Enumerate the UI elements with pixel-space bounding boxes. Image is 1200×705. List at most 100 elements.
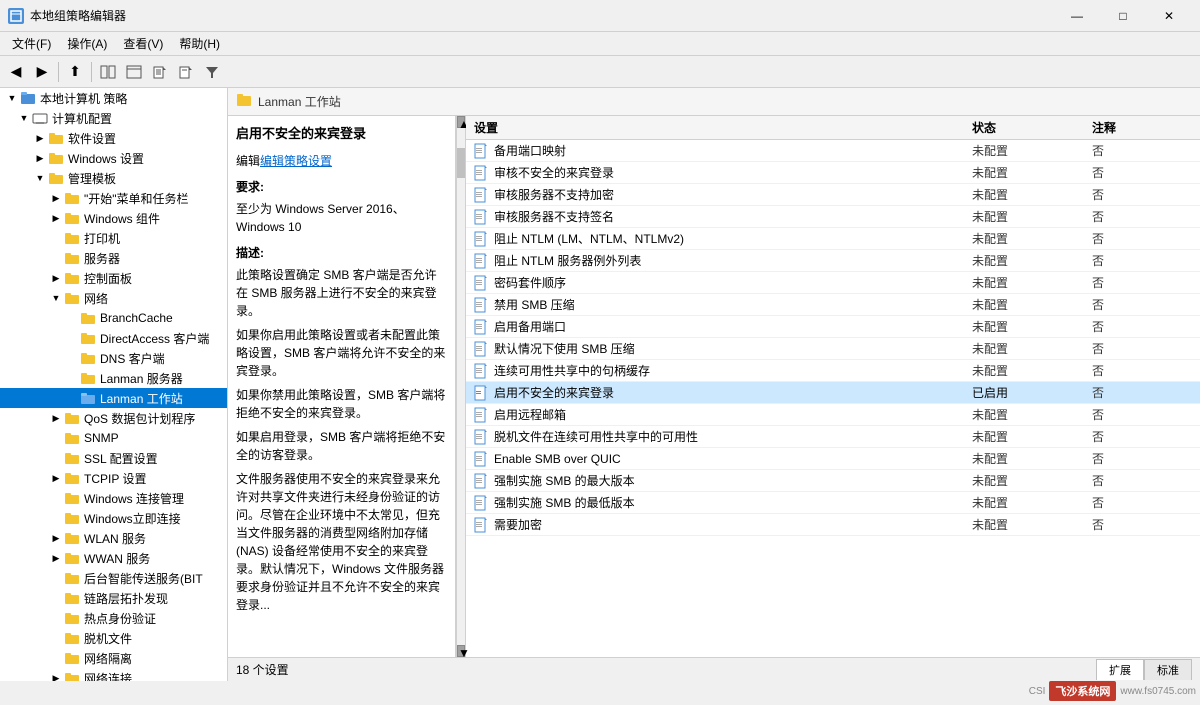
scroll-thumb[interactable] <box>457 148 465 178</box>
computer-config-expand[interactable]: ▼ <box>16 110 32 126</box>
tree-windows-settings[interactable]: ▶ Windows 设置 <box>0 148 227 168</box>
tcpip-expand[interactable]: ▶ <box>48 470 64 486</box>
setting-row[interactable]: 启用备用端口 未配置 否 <box>466 316 1200 338</box>
extend-view-button[interactable] <box>174 60 198 84</box>
desc-scrollbar[interactable]: ▲ ▼ <box>456 116 466 657</box>
properties-button[interactable] <box>148 60 172 84</box>
tree-bg-transfer[interactable]: ▶ 后台智能传送服务(BIT <box>0 568 227 588</box>
tree-offline[interactable]: ▶ 脱机文件 <box>0 628 227 648</box>
software-folder-icon <box>48 130 64 146</box>
tab-standard[interactable]: 标准 <box>1144 659 1192 680</box>
show-hide-button[interactable] <box>96 60 120 84</box>
ctrl-expand[interactable]: ▶ <box>48 270 64 286</box>
tree-admin-templates[interactable]: ▼ 管理模板 <box>0 168 227 188</box>
admin-expand[interactable]: ▼ <box>32 170 48 186</box>
tree-snmp[interactable]: ▶ SNMP <box>0 428 227 448</box>
setting-row[interactable]: 强制实施 SMB 的最大版本 未配置 否 <box>466 470 1200 492</box>
desc-text1: 此策略设置确定 SMB 客户端是否允许在 SMB 服务器上进行不安全的来宾登录。 <box>236 266 447 320</box>
back-button[interactable]: ◀ <box>4 60 28 84</box>
ctrl-folder-icon <box>64 270 80 286</box>
setting-note: 否 <box>1092 252 1192 269</box>
scroll-down-arrow[interactable]: ▼ <box>457 645 465 657</box>
qos-expand[interactable]: ▶ <box>48 410 64 426</box>
wwan-expand[interactable]: ▶ <box>48 550 64 566</box>
filter-button[interactable] <box>200 60 224 84</box>
menu-file[interactable]: 文件(F) <box>4 33 59 54</box>
maximize-button[interactable]: □ <box>1100 0 1146 32</box>
tree-hotspot[interactable]: ▶ 热点身份验证 <box>0 608 227 628</box>
setting-row[interactable]: 默认情况下使用 SMB 压缩 未配置 否 <box>466 338 1200 360</box>
tree-ssl[interactable]: ▶ SSL 配置设置 <box>0 448 227 468</box>
setting-name: 备用端口映射 <box>494 142 972 159</box>
tree-win-instant[interactable]: ▶ Windows立即连接 <box>0 508 227 528</box>
menu-help[interactable]: 帮助(H) <box>171 33 228 54</box>
tree-win-connect-mgr[interactable]: ▶ Windows 连接管理 <box>0 488 227 508</box>
windows-settings-expand[interactable]: ▶ <box>32 150 48 166</box>
close-button[interactable]: ✕ <box>1146 0 1192 32</box>
root-expand-icon[interactable]: ▼ <box>4 90 20 106</box>
tree-lanman-server[interactable]: ▶ Lanman 服务器 <box>0 368 227 388</box>
tree-wwan[interactable]: ▶ WWAN 服务 <box>0 548 227 568</box>
setting-row[interactable]: 审核服务器不支持加密 未配置 否 <box>466 184 1200 206</box>
tree-dns-client[interactable]: ▶ DNS 客户端 <box>0 348 227 368</box>
tree-net-isolation[interactable]: ▶ 网络隔离 <box>0 648 227 668</box>
tree-windows-comp[interactable]: ▶ Windows 组件 <box>0 208 227 228</box>
software-expand[interactable]: ▶ <box>32 130 48 146</box>
tree-computer-config[interactable]: ▼ 计算机配置 <box>0 108 227 128</box>
tree-software-settings[interactable]: ▶ 软件设置 <box>0 128 227 148</box>
setting-row[interactable]: 需要加密 未配置 否 <box>466 514 1200 536</box>
setting-name: 脱机文件在连续可用性共享中的可用性 <box>494 428 972 445</box>
tree-tcpip[interactable]: ▶ TCPIP 设置 <box>0 468 227 488</box>
menu-action[interactable]: 操作(A) <box>59 33 115 54</box>
setting-row[interactable]: 审核不安全的来宾登录 未配置 否 <box>466 162 1200 184</box>
forward-button[interactable]: ▶ <box>30 60 54 84</box>
tree-network[interactable]: ▼ 网络 <box>0 288 227 308</box>
setting-status: 未配置 <box>972 208 1092 225</box>
setting-status: 已启用 <box>972 384 1092 401</box>
tree-root[interactable]: ▼ 本地计算机 策略 <box>0 88 227 108</box>
wlan-expand[interactable]: ▶ <box>48 530 64 546</box>
tab-extend[interactable]: 扩展 <box>1096 659 1144 680</box>
tree-net-connect[interactable]: ▶ 网络连接 <box>0 668 227 681</box>
tree-network-topo[interactable]: ▶ 链路层拓扑发现 <box>0 588 227 608</box>
setting-row[interactable]: 强制实施 SMB 的最低版本 未配置 否 <box>466 492 1200 514</box>
setting-row[interactable]: 备用端口映射 未配置 否 <box>466 140 1200 162</box>
tree-directaccess[interactable]: ▶ DirectAccess 客户端 <box>0 328 227 348</box>
setting-name: 审核服务器不支持加密 <box>494 186 972 203</box>
status-bar: 18 个设置 扩展 标准 <box>228 657 1200 681</box>
nc-expand[interactable]: ▶ <box>48 670 64 681</box>
setting-row[interactable]: 禁用 SMB 压缩 未配置 否 <box>466 294 1200 316</box>
tree-qos[interactable]: ▶ QoS 数据包计划程序 <box>0 408 227 428</box>
setting-row[interactable]: 审核服务器不支持签名 未配置 否 <box>466 206 1200 228</box>
desc-label: 描述: <box>236 244 447 262</box>
setting-row[interactable]: 连续可用性共享中的句柄缓存 未配置 否 <box>466 360 1200 382</box>
tree-start-menu[interactable]: ▶ "开始"菜单和任务栏 <box>0 188 227 208</box>
tree-server[interactable]: ▶ 服务器 <box>0 248 227 268</box>
setting-row[interactable]: Enable SMB over QUIC 未配置 否 <box>466 448 1200 470</box>
tree-wlan[interactable]: ▶ WLAN 服务 <box>0 528 227 548</box>
tree-start-label: "开始"菜单和任务栏 <box>84 190 189 207</box>
new-window-button[interactable] <box>122 60 146 84</box>
setting-row[interactable]: 密码套件顺序 未配置 否 <box>466 272 1200 294</box>
setting-row[interactable]: 阻止 NTLM 服务器例外列表 未配置 否 <box>466 250 1200 272</box>
start-expand[interactable]: ▶ <box>48 190 64 206</box>
setting-row[interactable]: 启用不安全的来宾登录 已启用 否 <box>466 382 1200 404</box>
setting-note: 否 <box>1092 340 1192 357</box>
tree-printer[interactable]: ▶ 打印机 <box>0 228 227 248</box>
setting-status: 未配置 <box>972 494 1092 511</box>
tree-branchcache[interactable]: ▶ BranchCache <box>0 308 227 328</box>
setting-row[interactable]: 启用远程邮箱 未配置 否 <box>466 404 1200 426</box>
policy-settings-link[interactable]: 编辑策略设置 <box>260 154 332 168</box>
setting-row[interactable]: 阻止 NTLM (LM、NTLM、NTLMv2) 未配置 否 <box>466 228 1200 250</box>
network-expand[interactable]: ▼ <box>48 290 64 306</box>
setting-row[interactable]: 脱机文件在连续可用性共享中的可用性 未配置 否 <box>466 426 1200 448</box>
minimize-button[interactable]: — <box>1054 0 1100 32</box>
scroll-up-arrow[interactable]: ▲ <box>457 116 465 128</box>
setting-name: 启用不安全的来宾登录 <box>494 384 972 401</box>
menu-view[interactable]: 查看(V) <box>115 33 171 54</box>
wincomp-expand[interactable]: ▶ <box>48 210 64 226</box>
tree-lanman-workstation[interactable]: ▶ Lanman 工作站 <box>0 388 227 408</box>
up-button[interactable]: ⬆ <box>63 60 87 84</box>
tree-control-panel[interactable]: ▶ 控制面板 <box>0 268 227 288</box>
watermark-text: CSI <box>1029 686 1046 697</box>
